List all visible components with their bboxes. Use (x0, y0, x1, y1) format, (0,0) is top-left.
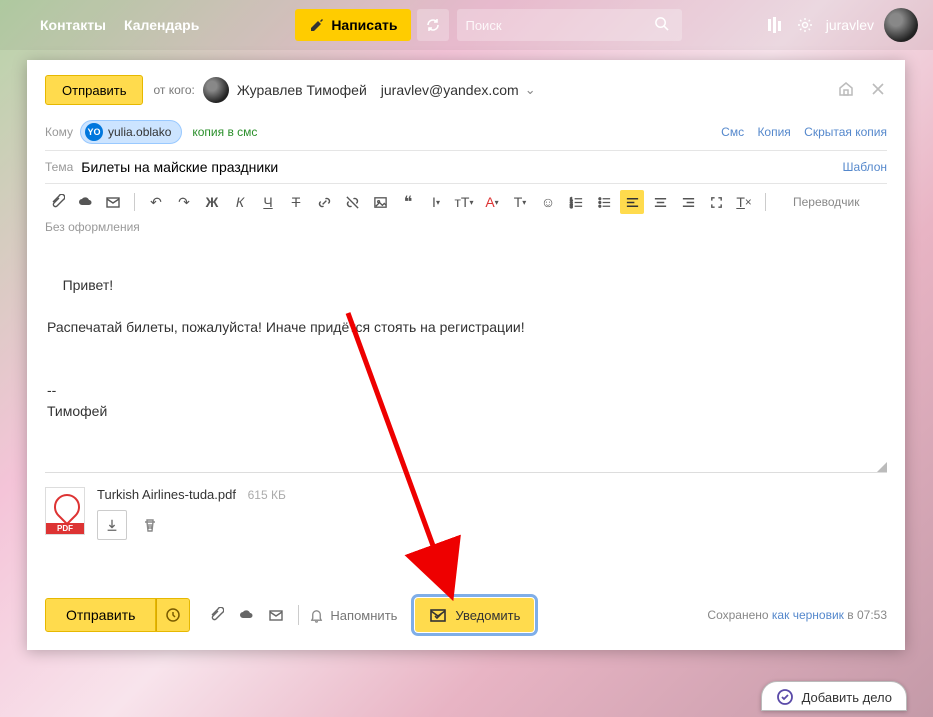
translator-link[interactable]: Переводчик (793, 195, 860, 209)
strike-icon[interactable]: Т (284, 190, 308, 214)
from-avatar[interactable] (203, 77, 229, 103)
delete-attachment-button[interactable] (135, 510, 165, 540)
add-task-button[interactable]: Добавить дело (761, 681, 907, 711)
message-body[interactable]: Привет! Распечатай билеты, пожалуйста! И… (45, 246, 887, 473)
clock-icon (165, 607, 181, 623)
align-center-icon[interactable] (648, 190, 672, 214)
footer-mail-icon[interactable] (264, 603, 288, 627)
recipient-badge: YO (85, 123, 103, 141)
clear-format-icon[interactable]: Т× (732, 190, 756, 214)
fontsize-icon[interactable]: тТ▾ (452, 190, 476, 214)
subject-label: Тема (45, 160, 73, 174)
no-format-link[interactable]: Без оформления (27, 218, 905, 242)
draft-link[interactable]: как черновик (772, 608, 844, 622)
fullscreen-icon[interactable] (704, 190, 728, 214)
app-header: Контакты Календарь Написать juravlev (0, 0, 933, 50)
send-button[interactable]: Отправить (45, 598, 156, 632)
footer-attach-icon[interactable] (204, 603, 228, 627)
image-icon[interactable] (368, 190, 392, 214)
trash-icon (142, 517, 158, 533)
unlink-icon[interactable] (340, 190, 364, 214)
search-icon (654, 16, 669, 31)
bcc-link[interactable]: Скрытая копия (804, 125, 887, 139)
lineheight-icon[interactable]: I▾ (424, 190, 448, 214)
italic-icon[interactable]: К (228, 190, 252, 214)
settings-icon[interactable] (790, 10, 820, 40)
search-button[interactable] (648, 16, 674, 34)
svg-text:3: 3 (569, 204, 572, 209)
textcolor-icon[interactable]: A▾ (480, 190, 504, 214)
numbered-list-icon[interactable]: 123 (564, 190, 588, 214)
compose-footer: Отправить Напомнить Уведомить Сохранено … (27, 586, 905, 650)
search-input[interactable] (465, 18, 648, 33)
from-email[interactable]: juravlev@yandex.com (381, 82, 519, 98)
refresh-button[interactable] (417, 9, 449, 41)
attachment-size: 615 КБ (248, 488, 286, 502)
themes-icon[interactable] (760, 10, 790, 40)
recipient-chip[interactable]: YO yulia.oblako (80, 120, 182, 144)
from-name[interactable]: Журавлев Тимофей (237, 82, 367, 98)
download-attachment-button[interactable] (97, 510, 127, 540)
username[interactable]: juravlev (826, 17, 874, 33)
footer-cloud-icon[interactable] (234, 603, 258, 627)
chevron-down-icon[interactable]: ⌄ (525, 82, 536, 98)
undo-icon[interactable]: ↶ (144, 190, 168, 214)
cc-link[interactable]: Копия (757, 125, 790, 139)
resize-handle[interactable] (877, 462, 887, 472)
nav-calendar[interactable]: Календарь (124, 17, 199, 33)
nav-contacts[interactable]: Контакты (40, 17, 106, 33)
send-later-button[interactable] (156, 598, 190, 632)
sms-copy-link[interactable]: копия в смс (192, 125, 257, 139)
from-label: от кого: (153, 83, 194, 97)
notify-button[interactable]: Уведомить (415, 598, 534, 632)
quote-icon[interactable]: ❝ (396, 190, 420, 214)
template-link[interactable]: Шаблон (843, 160, 887, 174)
saved-status: Сохранено как черновик в 07:53 (707, 608, 887, 622)
refresh-icon (425, 17, 441, 33)
underline-icon[interactable]: Ч (256, 190, 280, 214)
send-top-button[interactable]: Отправить (45, 75, 143, 105)
align-right-icon[interactable] (676, 190, 700, 214)
compose-button[interactable]: Написать (295, 9, 411, 41)
align-left-icon[interactable] (620, 190, 644, 214)
close-icon[interactable] (869, 80, 887, 101)
avatar[interactable] (884, 8, 918, 42)
sms-link[interactable]: Смс (721, 125, 744, 139)
format-toolbar: ↶ ↷ Ж К Ч Т ❝ I▾ тТ▾ A▾ Т▾ ☺ 123 Т× Пере… (27, 184, 905, 218)
notify-icon (429, 606, 447, 624)
emoji-icon[interactable]: ☺ (536, 190, 560, 214)
attachment-row: PDF Turkish Airlines-tuda.pdf 615 КБ (27, 473, 905, 554)
cloud-attach-icon[interactable] (73, 190, 97, 214)
attach-icon[interactable] (45, 190, 69, 214)
check-icon (776, 688, 794, 706)
attachment-name[interactable]: Turkish Airlines-tuda.pdf (97, 487, 236, 502)
download-icon (105, 518, 119, 532)
to-label: Кому (45, 125, 80, 139)
search-box[interactable] (457, 9, 682, 41)
compose-icon (309, 17, 325, 33)
popout-icon[interactable] (837, 80, 855, 101)
bold-icon[interactable]: Ж (200, 190, 224, 214)
bell-icon (309, 608, 324, 623)
compose-window: Отправить от кого: Журавлев Тимофей jura… (27, 60, 905, 650)
link-icon[interactable] (312, 190, 336, 214)
highlight-icon[interactable]: Т▾ (508, 190, 532, 214)
bullet-list-icon[interactable] (592, 190, 616, 214)
mail-attach-icon[interactable] (101, 190, 125, 214)
subject-input[interactable] (81, 159, 842, 175)
pdf-icon: PDF (45, 487, 85, 535)
redo-icon[interactable]: ↷ (172, 190, 196, 214)
remind-button[interactable]: Напомнить (309, 608, 397, 623)
